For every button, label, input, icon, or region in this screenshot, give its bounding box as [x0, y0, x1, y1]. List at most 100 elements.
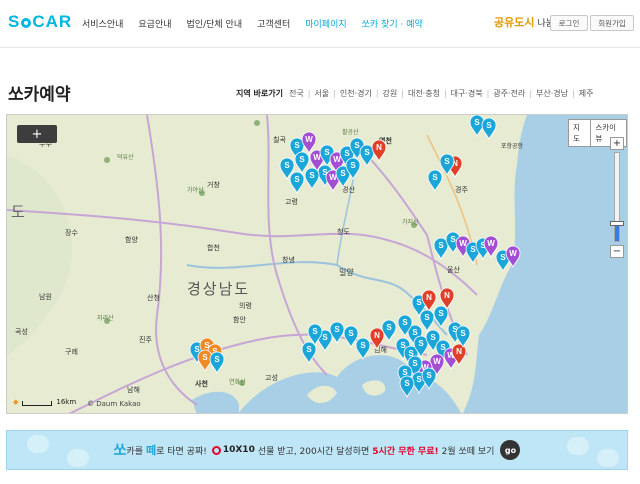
car-pin-glyph: S: [294, 141, 300, 150]
car-pin[interactable]: S: [301, 341, 317, 365]
map-expand-button[interactable]: +: [17, 125, 57, 143]
car-pins-layer: SWSS WSWSSSNSW SSSSS SSNSSS WS S WS WSN NSSSSSNS…: [189, 115, 521, 399]
car-pin-glyph: N: [444, 291, 450, 300]
map-type-map[interactable]: 지도: [569, 120, 590, 146]
region-shortcuts: 지역 바로가기 전국 | 서울 | 인천·경기 | 강원 | 대전·충청 | 대구·경북 |…: [236, 88, 594, 99]
car-pin-glyph: S: [426, 371, 432, 380]
scale-label: 16km: [56, 398, 77, 406]
banner-highlight: 5시간 무한 무료!: [372, 446, 439, 457]
car-pin[interactable]: S: [481, 117, 497, 141]
car-pin-glyph: N: [456, 347, 462, 356]
car-pin[interactable]: S: [433, 305, 449, 329]
nav-find-reserve[interactable]: 쏘카 찾기 · 예약: [362, 17, 423, 30]
nav-corporate[interactable]: 법인/단체 안내: [187, 17, 243, 30]
nav-service[interactable]: 서비스안내: [82, 17, 123, 30]
car-pin[interactable]: S: [421, 367, 437, 391]
region-link[interactable]: 인천·경기: [340, 88, 372, 99]
car-pin-glyph: N: [374, 331, 380, 340]
car-pin-glyph: S: [202, 353, 208, 362]
car-pin-glyph: S: [412, 359, 418, 368]
car-pin[interactable]: S: [304, 167, 320, 191]
car-pin-glyph: S: [284, 161, 290, 170]
reservation-map[interactable]: 영천 경산 청도 밀양 창녕 경상남도 함안 사천 남해 고성 진주 산청 함양…: [6, 114, 628, 414]
car-pin-glyph: S: [299, 155, 305, 164]
car-pin[interactable]: S: [381, 319, 397, 343]
zoom-slider[interactable]: [610, 152, 624, 242]
zoom-slider-thumb[interactable]: [610, 221, 624, 226]
region-link[interactable]: 전국: [289, 88, 304, 99]
car-pin[interactable]: S: [427, 169, 443, 193]
map-scale: ◆ 16km: [13, 398, 76, 406]
region-link[interactable]: 광주·전라: [493, 88, 525, 99]
car-pin-glyph: S: [418, 339, 424, 348]
zoom-out-button[interactable]: −: [610, 245, 624, 258]
car-pin-glyph: S: [348, 329, 354, 338]
car-pin-glyph: S: [412, 328, 418, 337]
car-pin-glyph: S: [432, 173, 438, 182]
car-pin-glyph: S: [306, 345, 312, 354]
region-link[interactable]: 부산·경남: [536, 88, 568, 99]
car-pin[interactable]: W: [301, 131, 317, 155]
car-pin-glyph: S: [416, 298, 422, 307]
zoom-in-button[interactable]: +: [610, 137, 624, 150]
logo-ring-icon: [21, 18, 32, 28]
car-pin-glyph: N: [376, 143, 382, 152]
car-pin[interactable]: S: [329, 321, 345, 345]
car-pin[interactable]: S: [289, 171, 305, 195]
car-pin-glyph: S: [444, 157, 450, 166]
banner-text: 선물 받고, 200시간 달성하면: [257, 446, 370, 457]
car-pin-glyph: S: [344, 149, 350, 158]
banner-brand: 쏘: [113, 443, 127, 459]
region-link[interactable]: 대구·경북: [451, 88, 483, 99]
region-link[interactable]: 강원: [383, 88, 398, 99]
car-pin[interactable]: S: [419, 309, 435, 333]
car-pin-glyph: S: [460, 329, 466, 338]
car-pin-glyph: S: [322, 333, 328, 342]
cloud-decoration-icon: [27, 435, 49, 453]
car-pin-glyph: S: [294, 175, 300, 184]
cloud-decoration-icon: [567, 437, 589, 455]
car-pin-glyph: S: [350, 161, 356, 170]
region-link[interactable]: 제주: [579, 88, 594, 99]
car-pin-glyph: S: [312, 327, 318, 336]
socar-logo[interactable]: S CAR: [8, 12, 72, 32]
region-link[interactable]: 서울: [314, 88, 329, 99]
car-pin-glyph: S: [430, 333, 436, 342]
scale-bar: [22, 401, 53, 406]
car-pin-glyph: S: [450, 235, 456, 244]
car-pin-glyph: S: [416, 375, 422, 384]
car-pin-glyph: S: [214, 355, 220, 364]
nav-support[interactable]: 고객센터: [257, 17, 290, 30]
car-pin-glyph: S: [354, 141, 360, 150]
car-pin-glyph: S: [340, 169, 346, 178]
car-pin[interactable]: S: [399, 375, 415, 399]
car-pin[interactable]: N: [371, 139, 387, 163]
car-pin-glyph: S: [402, 318, 408, 327]
banner-text: 로 타면 공짜!: [156, 446, 207, 457]
signup-button[interactable]: 회원가입: [590, 15, 634, 31]
login-button[interactable]: 로그인: [550, 15, 588, 31]
promo-banner[interactable]: 쏘 카를 떼 로 타면 공짜! 10X10 선물 받고, 200시간 달성하면 …: [6, 430, 628, 470]
car-pin-glyph: S: [404, 379, 410, 388]
car-pin-glyph: W: [305, 135, 313, 144]
car-pin[interactable]: N: [369, 327, 385, 351]
zoom-control: + −: [610, 137, 624, 259]
daum-logo-icon: ◆: [13, 398, 19, 406]
car-pin-glyph: W: [509, 249, 517, 258]
car-pin-glyph: S: [309, 171, 315, 180]
car-pin-glyph: S: [424, 313, 430, 322]
cloud-decoration-icon: [597, 449, 619, 467]
car-pin[interactable]: W: [505, 245, 521, 269]
car-pin-glyph: S: [360, 341, 366, 350]
banner-go-button[interactable]: go: [500, 440, 521, 460]
region-link[interactable]: 대전·충청: [408, 88, 440, 99]
car-pin[interactable]: S: [209, 351, 225, 375]
car-pin-glyph: W: [433, 357, 441, 366]
main-nav: 서비스안내 요금안내 법인/단체 안내 고객센터 마이페이지 쏘카 찾기 · 예…: [82, 17, 438, 30]
nav-mypage[interactable]: 마이페이지: [305, 17, 346, 30]
nav-pricing[interactable]: 요금안내: [138, 17, 171, 30]
car-pin-glyph: S: [500, 253, 506, 262]
sharing-city-mark: 공유도시: [494, 16, 535, 29]
car-pin[interactable]: S: [355, 337, 371, 361]
car-pin-glyph: S: [486, 121, 492, 130]
